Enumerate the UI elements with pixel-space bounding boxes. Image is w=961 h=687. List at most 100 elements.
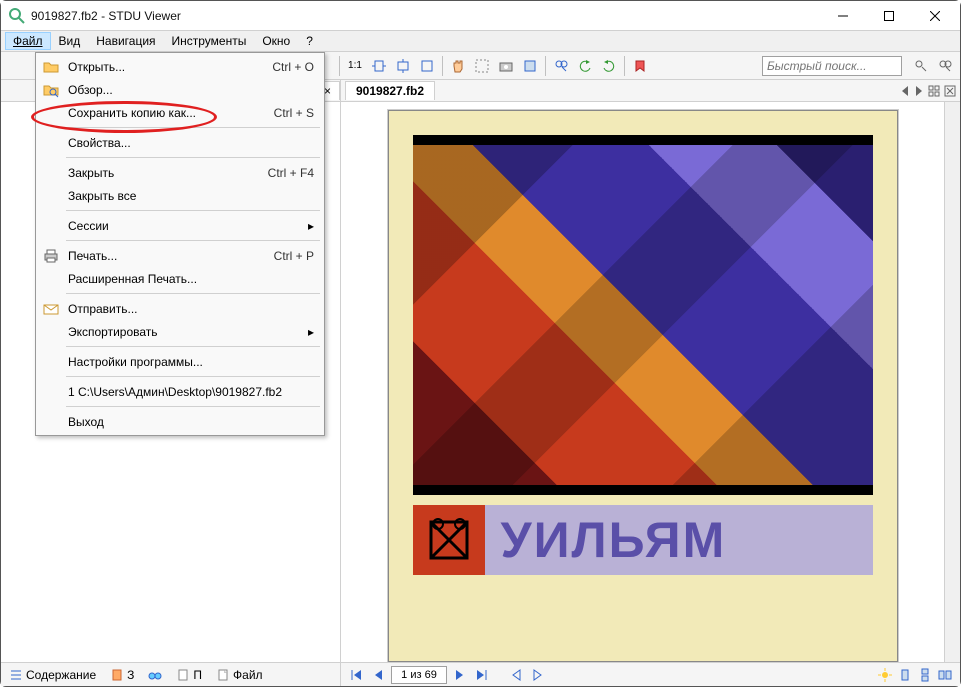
toolbar-separator xyxy=(442,56,443,76)
rotate-left-button[interactable] xyxy=(574,55,596,77)
menu-item-settings[interactable]: Настройки программы... xyxy=(38,350,322,373)
menu-separator xyxy=(66,376,320,377)
text-select-button[interactable] xyxy=(519,55,541,77)
file-icon xyxy=(216,668,230,682)
document-area: 9019827.fb2 УИЛЬЯМ xyxy=(341,80,960,686)
list-icon xyxy=(9,668,23,682)
menu-navigation[interactable]: Навигация xyxy=(88,32,163,50)
sidebar-btab-search[interactable]: П xyxy=(172,667,206,683)
sidebar-btab-contents[interactable]: Содержание xyxy=(5,667,100,683)
toolbar-separator xyxy=(545,56,546,76)
menu-item-properties[interactable]: Свойства... xyxy=(38,131,322,154)
menu-separator xyxy=(66,406,320,407)
sidebar-btab-bookmarks[interactable]: З xyxy=(106,667,138,683)
book-title-row: УИЛЬЯМ xyxy=(413,505,873,575)
facing-view-button[interactable] xyxy=(936,666,954,684)
menu-separator xyxy=(66,157,320,158)
menu-item-print[interactable]: Печать...Ctrl + P xyxy=(38,244,322,267)
menu-file[interactable]: Файл xyxy=(5,32,51,50)
menu-item-browse[interactable]: Обзор... xyxy=(38,78,322,101)
sidebar-btab-label: З xyxy=(127,668,134,682)
menu-item-close[interactable]: ЗакрытьCtrl + F4 xyxy=(38,161,322,184)
menu-tools[interactable]: Инструменты xyxy=(164,32,255,50)
snapshot-button[interactable] xyxy=(495,55,517,77)
folder-open-icon xyxy=(43,59,59,75)
first-page-button[interactable] xyxy=(347,666,365,684)
publisher-logo xyxy=(413,505,485,575)
hand-tool-button[interactable] xyxy=(447,55,469,77)
maximize-button[interactable] xyxy=(866,1,912,31)
history-back-button[interactable] xyxy=(507,666,525,684)
menu-separator xyxy=(66,293,320,294)
sidebar-btab-file[interactable]: Файл xyxy=(212,667,267,683)
window-title: 9019827.fb2 - STDU Viewer xyxy=(31,9,820,23)
close-icon[interactable]: × xyxy=(324,84,331,98)
fit-height-button[interactable] xyxy=(392,55,414,77)
app-icon xyxy=(9,8,25,24)
toolbar-separator xyxy=(339,56,340,76)
continuous-view-button[interactable] xyxy=(916,666,934,684)
brightness-button[interactable] xyxy=(876,666,894,684)
single-page-view-button[interactable] xyxy=(896,666,914,684)
find-button[interactable] xyxy=(550,55,572,77)
menu-separator xyxy=(66,240,320,241)
doc-scroll[interactable]: УИЛЬЯМ xyxy=(341,102,944,662)
vertical-scrollbar[interactable] xyxy=(944,102,960,662)
sidebar-btab-thumbnails[interactable] xyxy=(144,667,166,683)
binoculars-icon xyxy=(148,668,162,682)
minimize-button[interactable] xyxy=(820,1,866,31)
menubar: Файл Вид Навигация Инструменты Окно ? xyxy=(1,31,960,52)
menu-item-advanced-print[interactable]: Расширенная Печать... xyxy=(38,267,322,290)
chevron-right-icon: ▸ xyxy=(308,219,314,233)
doc-viewport: УИЛЬЯМ xyxy=(341,102,960,662)
book-cover-art xyxy=(413,145,873,485)
envelope-icon xyxy=(43,301,59,317)
sidebar-btab-label: П xyxy=(193,668,202,682)
menu-view[interactable]: Вид xyxy=(51,32,89,50)
menu-separator xyxy=(66,346,320,347)
menu-help[interactable]: ? xyxy=(298,32,321,50)
tab-grid-icon[interactable] xyxy=(928,85,940,97)
doc-tab-strip: 9019827.fb2 xyxy=(341,80,960,102)
menu-item-sessions[interactable]: Сессии▸ xyxy=(38,214,322,237)
sidebar-bottom-tabs: Содержание З П Файл xyxy=(1,662,340,686)
menu-item-recent-1[interactable]: 1 C:\Users\Админ\Desktop\9019827.fb2 xyxy=(38,380,322,403)
document-page: УИЛЬЯМ xyxy=(388,110,898,662)
zoom-actual-button[interactable]: 1:1 xyxy=(344,55,366,77)
menu-window[interactable]: Окно xyxy=(254,32,298,50)
menu-item-save-copy[interactable]: Сохранить копию как...Ctrl + S xyxy=(38,101,322,124)
page-frame xyxy=(413,135,873,495)
doc-tab[interactable]: 9019827.fb2 xyxy=(345,81,435,100)
menu-item-send[interactable]: Отправить... xyxy=(38,297,322,320)
sidebar-btab-label: Содержание xyxy=(26,668,96,682)
bookmark-button[interactable] xyxy=(629,55,651,77)
find-prev-button[interactable] xyxy=(910,55,932,77)
rotate-right-button[interactable] xyxy=(598,55,620,77)
select-tool-button[interactable] xyxy=(471,55,493,77)
fit-page-button[interactable] xyxy=(416,55,438,77)
search-input[interactable] xyxy=(762,56,902,76)
toolbar-separator xyxy=(624,56,625,76)
history-forward-button[interactable] xyxy=(529,666,547,684)
tab-next-icon[interactable] xyxy=(914,86,924,96)
tab-prev-icon[interactable] xyxy=(900,86,910,96)
menu-item-close-all[interactable]: Закрыть все xyxy=(38,184,322,207)
page-number-field[interactable] xyxy=(391,666,447,684)
last-page-button[interactable] xyxy=(473,666,491,684)
menu-item-export[interactable]: Экспортировать▸ xyxy=(38,320,322,343)
doc-statusbar xyxy=(341,662,960,686)
menu-separator xyxy=(66,210,320,211)
next-page-button[interactable] xyxy=(451,666,469,684)
tab-close-icon[interactable] xyxy=(944,85,956,97)
sidebar-btab-label: Файл xyxy=(233,668,263,682)
find-next-button[interactable] xyxy=(934,55,956,77)
titlebar: 9019827.fb2 - STDU Viewer xyxy=(1,1,960,31)
menu-item-exit[interactable]: Выход xyxy=(38,410,322,433)
fit-width-button[interactable] xyxy=(368,55,390,77)
prev-page-button[interactable] xyxy=(369,666,387,684)
menu-item-open[interactable]: Открыть...Ctrl + O xyxy=(38,55,322,78)
page-icon xyxy=(176,668,190,682)
close-button[interactable] xyxy=(912,1,958,31)
printer-icon xyxy=(43,248,59,264)
bookmark-icon xyxy=(110,668,124,682)
